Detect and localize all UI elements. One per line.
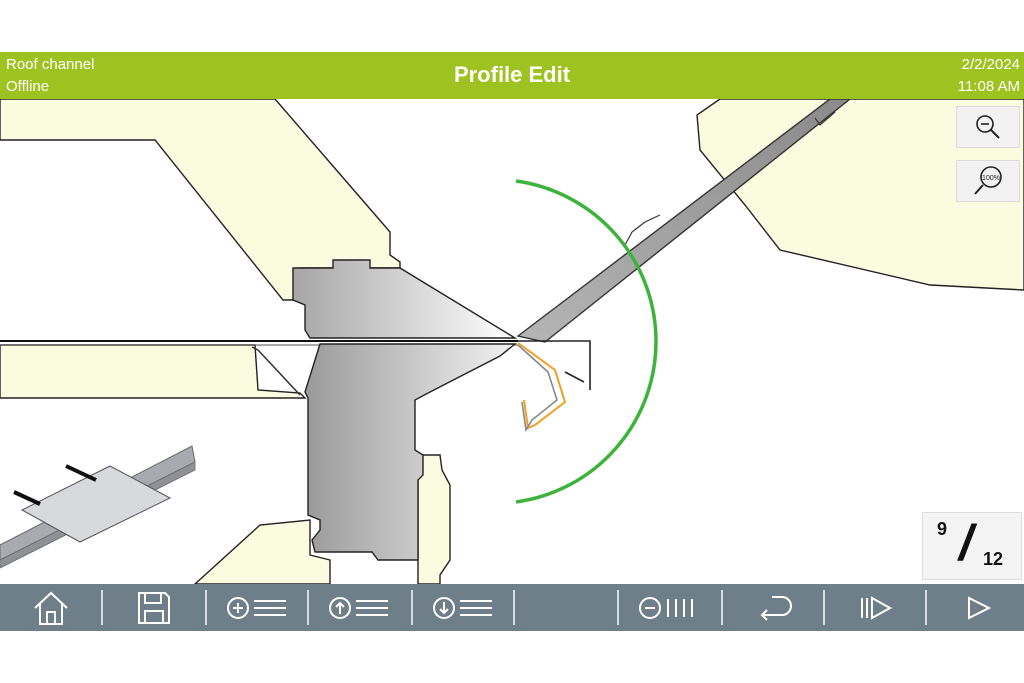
bend-total: 12: [983, 549, 1004, 569]
move-bend-up-button[interactable]: [309, 584, 411, 631]
time-label: 11:08 AM: [957, 78, 1020, 95]
remove-bends-button[interactable]: [619, 584, 721, 631]
zoom-100-icon: 100%: [974, 166, 1002, 195]
bend-scene: [0, 99, 1024, 584]
bend-current: 9: [937, 519, 948, 539]
home-icon: [34, 591, 68, 625]
bottom-toolbar: [0, 584, 1024, 631]
remove-bends-icon: [639, 596, 693, 619]
play-button[interactable]: [927, 584, 1024, 631]
move-bend-up-icon: [329, 596, 388, 619]
punch-tool: [292, 259, 518, 339]
die-tool: [304, 343, 517, 561]
add-bend-icon: [227, 596, 286, 619]
lower-beam-left: [0, 344, 307, 399]
date-label: 2/2/2024: [961, 56, 1020, 73]
undo-icon: [760, 595, 792, 621]
bend-counter: 9 / 12: [922, 512, 1022, 580]
play-icon: [968, 595, 992, 620]
zoom-out-icon: [976, 115, 1000, 139]
step-forward-icon: [861, 595, 893, 620]
part-3d-preview: [0, 445, 196, 569]
channel-hook-right: [564, 371, 585, 383]
bent-part-orange: [517, 342, 567, 430]
previous-bend-left: [251, 346, 301, 396]
empty-toolbar-slot: [515, 584, 617, 631]
lower-beam-bottom: [193, 519, 331, 584]
page-title: Profile Edit: [453, 62, 571, 87]
move-bend-down-button[interactable]: [413, 584, 515, 631]
channel-flange-right: [518, 340, 591, 390]
undo-button[interactable]: [723, 584, 825, 631]
header-bar: Roof channel Offline Profile Edit 2/2/20…: [0, 52, 1024, 99]
zoom-reset-label: 100%: [982, 175, 1000, 182]
step-forward-button[interactable]: [825, 584, 927, 631]
zoom-reset-button[interactable]: 100%: [956, 160, 1020, 202]
bend-separator: /: [959, 515, 973, 571]
home-button[interactable]: [0, 584, 102, 631]
move-bend-down-icon: [433, 596, 492, 619]
header-right: 2/2/2024 11:08 AM: [958, 54, 1020, 98]
save-button[interactable]: [103, 584, 205, 631]
add-bend-button[interactable]: [207, 584, 309, 631]
bend-simulation-canvas[interactable]: 100% 9 / 12: [0, 99, 1024, 584]
zoom-out-button[interactable]: [956, 106, 1020, 148]
save-icon: [138, 591, 170, 624]
